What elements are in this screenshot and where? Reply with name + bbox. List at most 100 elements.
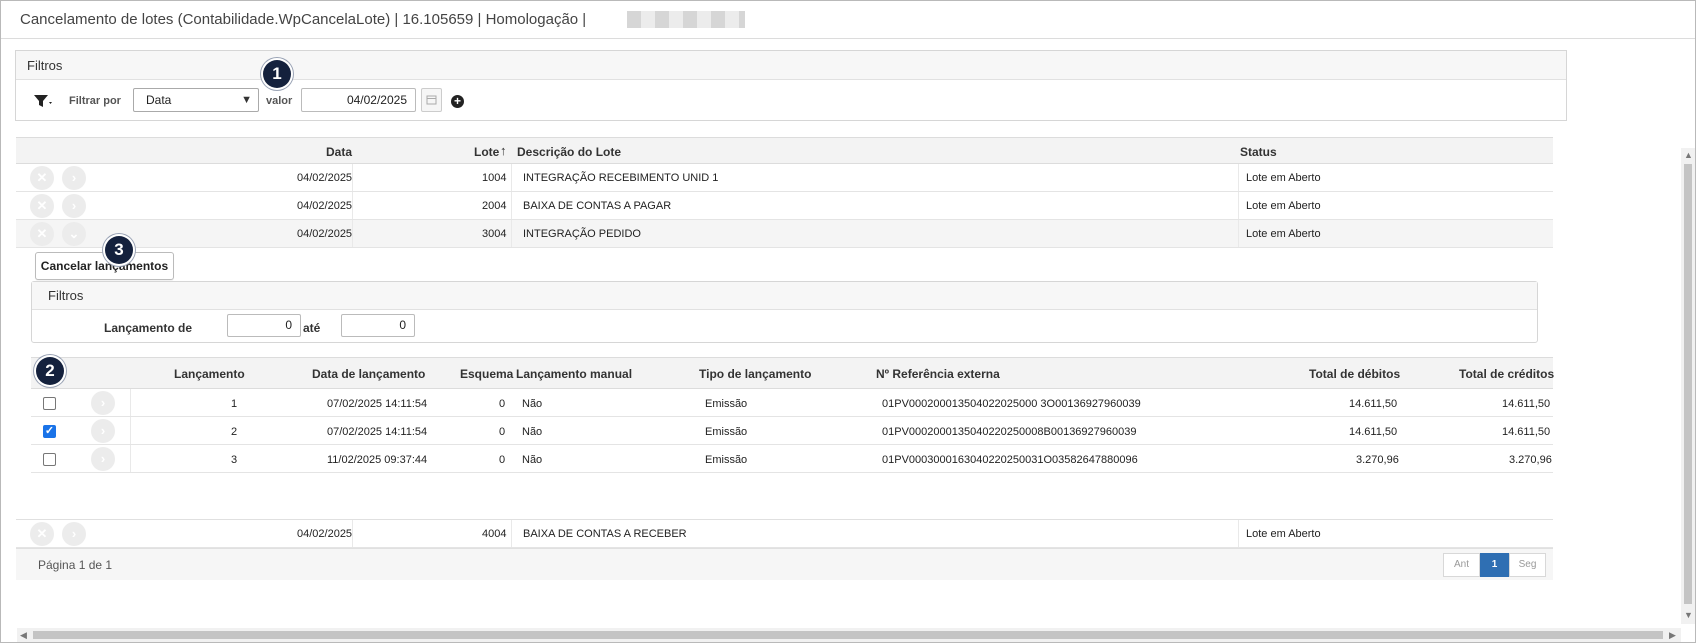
- row-checkbox[interactable]: [43, 453, 56, 466]
- row-lote: 4004: [482, 528, 507, 540]
- redacted-area: [627, 11, 745, 28]
- scroll-left-icon[interactable]: ◀: [20, 630, 27, 641]
- entry-from-input[interactable]: 0: [227, 314, 301, 337]
- filter-by-label: Filtrar por: [69, 95, 121, 107]
- lot-detail-area: Cancelar lançamentos Filtros Lançamento …: [16, 248, 1554, 520]
- row-data: 04/02/2025: [297, 528, 353, 540]
- row-lancamento: 2: [231, 426, 238, 438]
- entry-to-input[interactable]: 0: [341, 314, 415, 337]
- row-status: Lote em Aberto: [1246, 528, 1321, 540]
- detail-filters-panel: Filtros Lançamento de 0 até 0: [31, 281, 1538, 343]
- row-creditos: 3.270,96: [1509, 454, 1552, 466]
- filters-panel-header: Filtros: [16, 51, 1566, 80]
- row-creditos: 14.611,50: [1502, 398, 1551, 410]
- cancel-icon[interactable]: ✕: [30, 222, 54, 246]
- scroll-up-icon[interactable]: ▲: [1684, 150, 1693, 160]
- horizontal-scrollbar[interactable]: ◀ ▶: [17, 628, 1681, 642]
- pager-prev[interactable]: Ant: [1443, 553, 1480, 577]
- row-tipo: Emissão: [705, 426, 748, 438]
- sort-arrow-icon: ↑: [500, 143, 507, 158]
- row-checkbox[interactable]: [43, 397, 56, 410]
- detail-filters-heading: Filtros: [48, 288, 84, 303]
- col-header-lancamento[interactable]: Lançamento: [174, 367, 245, 381]
- row-lancamento: 1: [231, 398, 238, 410]
- col-header-referencia[interactable]: Nº Referência externa: [876, 367, 1000, 381]
- col-header-lote[interactable]: Lote: [474, 145, 499, 159]
- row-data-lancamento: 07/02/2025 14:11:54: [327, 426, 428, 438]
- row-manual: Não: [522, 398, 543, 410]
- col-header-data-lancamento[interactable]: Data de lançamento: [312, 367, 425, 381]
- row-descricao: INTEGRAÇÃO PEDIDO: [523, 228, 641, 240]
- page-info: Página 1 de 1: [38, 558, 113, 572]
- filter-funnel-icon[interactable]: [33, 93, 55, 109]
- chevron-right-icon[interactable]: ›: [91, 447, 115, 471]
- row-manual: Não: [522, 454, 543, 466]
- calendar-button[interactable]: [421, 88, 442, 112]
- row-referencia: 01PV000200013504022025000 3O001369279600…: [882, 398, 1141, 410]
- page-title: Cancelamento de lotes (Contabilidade.WpC…: [20, 11, 587, 28]
- table-row[interactable]: › 3 11/02/2025 09:37:44 0 Não Emissão 01…: [31, 445, 1553, 473]
- row-lancamento: 3: [231, 454, 238, 466]
- col-header-creditos[interactable]: Total de créditos: [1459, 367, 1554, 381]
- filter-value-input[interactable]: 04/02/2025: [301, 88, 416, 112]
- table-row[interactable]: ✕ › 04/02/2025 4004 BAIXA DE CONTAS A RE…: [16, 520, 1553, 548]
- pager-current[interactable]: 1: [1480, 553, 1509, 577]
- cancel-icon[interactable]: ✕: [30, 166, 54, 190]
- chevron-right-icon[interactable]: ›: [62, 194, 86, 218]
- row-status: Lote em Aberto: [1246, 200, 1321, 212]
- col-header-status[interactable]: Status: [1240, 145, 1277, 159]
- chevron-down-icon[interactable]: ⌄: [62, 222, 86, 246]
- cancel-entries-button[interactable]: Cancelar lançamentos: [35, 252, 174, 280]
- app-window: Cancelamento de lotes (Contabilidade.WpC…: [0, 0, 1696, 643]
- row-referencia: 01PV0002000135040220250008B0013692796003…: [882, 426, 1137, 438]
- chevron-right-icon[interactable]: ›: [91, 419, 115, 443]
- row-esquema: 0: [499, 398, 506, 410]
- table-row[interactable]: ✓ › 2 07/02/2025 14:11:54 0 Não Emissão …: [31, 417, 1553, 445]
- row-tipo: Emissão: [705, 398, 748, 410]
- table-row[interactable]: ✕ › 04/02/2025 2004 BAIXA DE CONTAS A PA…: [16, 192, 1553, 220]
- grid-footer: Página 1 de 1 Ant 1 Seg: [16, 548, 1553, 580]
- col-header-data[interactable]: Data: [326, 145, 352, 159]
- chevron-right-icon[interactable]: ›: [91, 391, 115, 415]
- row-descricao: BAIXA DE CONTAS A RECEBER: [523, 528, 687, 540]
- row-lote: 1004: [482, 172, 507, 184]
- row-checkbox-checked[interactable]: ✓: [43, 425, 56, 438]
- row-tipo: Emissão: [705, 454, 748, 466]
- calendar-icon: [426, 95, 437, 105]
- title-bar: Cancelamento de lotes (Contabilidade.WpC…: [1, 1, 1695, 39]
- filter-field-select[interactable]: Data ▼: [133, 88, 259, 112]
- row-data: 04/02/2025: [297, 200, 353, 212]
- col-header-descricao[interactable]: Descrição do Lote: [517, 145, 621, 159]
- scroll-down-icon[interactable]: ▼: [1684, 610, 1693, 620]
- row-creditos: 14.611,50: [1502, 426, 1551, 438]
- cancel-icon[interactable]: ✕: [30, 522, 54, 546]
- row-data: 04/02/2025: [297, 228, 353, 240]
- row-debitos: 14.611,50: [1349, 426, 1398, 438]
- add-filter-icon[interactable]: +: [451, 95, 464, 108]
- row-esquema: 0: [499, 454, 506, 466]
- table-row-expanded[interactable]: ✕ ⌄ 04/02/2025 3004 INTEGRAÇÃO PEDIDO Lo…: [16, 220, 1553, 248]
- col-header-tipo[interactable]: Tipo de lançamento: [699, 367, 811, 381]
- table-row[interactable]: ✕ › 04/02/2025 1004 INTEGRAÇÃO RECEBIMEN…: [16, 164, 1553, 192]
- chevron-right-icon[interactable]: ›: [62, 166, 86, 190]
- pager-next[interactable]: Seg: [1509, 553, 1546, 577]
- row-debitos: 3.270,96: [1356, 454, 1399, 466]
- col-header-debitos[interactable]: Total de débitos: [1309, 367, 1400, 381]
- annotation-badge-2: 2: [36, 357, 64, 385]
- annotation-badge-1: 1: [263, 60, 291, 88]
- scroll-right-icon[interactable]: ▶: [1669, 630, 1676, 641]
- chevron-down-icon: ▼: [241, 94, 252, 106]
- table-row[interactable]: › 1 07/02/2025 14:11:54 0 Não Emissão 01…: [31, 389, 1553, 417]
- detail-filters-header: Filtros: [32, 282, 1537, 310]
- col-header-manual[interactable]: Lançamento manual: [516, 367, 632, 381]
- chevron-right-icon[interactable]: ›: [62, 522, 86, 546]
- vertical-scrollbar[interactable]: ▲ ▼: [1681, 148, 1695, 624]
- horizontal-scroll-thumb[interactable]: [33, 631, 1663, 639]
- row-status: Lote em Aberto: [1246, 228, 1321, 240]
- cancel-icon[interactable]: ✕: [30, 194, 54, 218]
- col-header-esquema[interactable]: Esquema: [460, 367, 513, 381]
- annotation-badge-3: 3: [105, 236, 133, 264]
- row-data-lancamento: 11/02/2025 09:37:44: [327, 454, 428, 466]
- vertical-scroll-thumb[interactable]: [1684, 164, 1692, 604]
- row-esquema: 0: [499, 426, 506, 438]
